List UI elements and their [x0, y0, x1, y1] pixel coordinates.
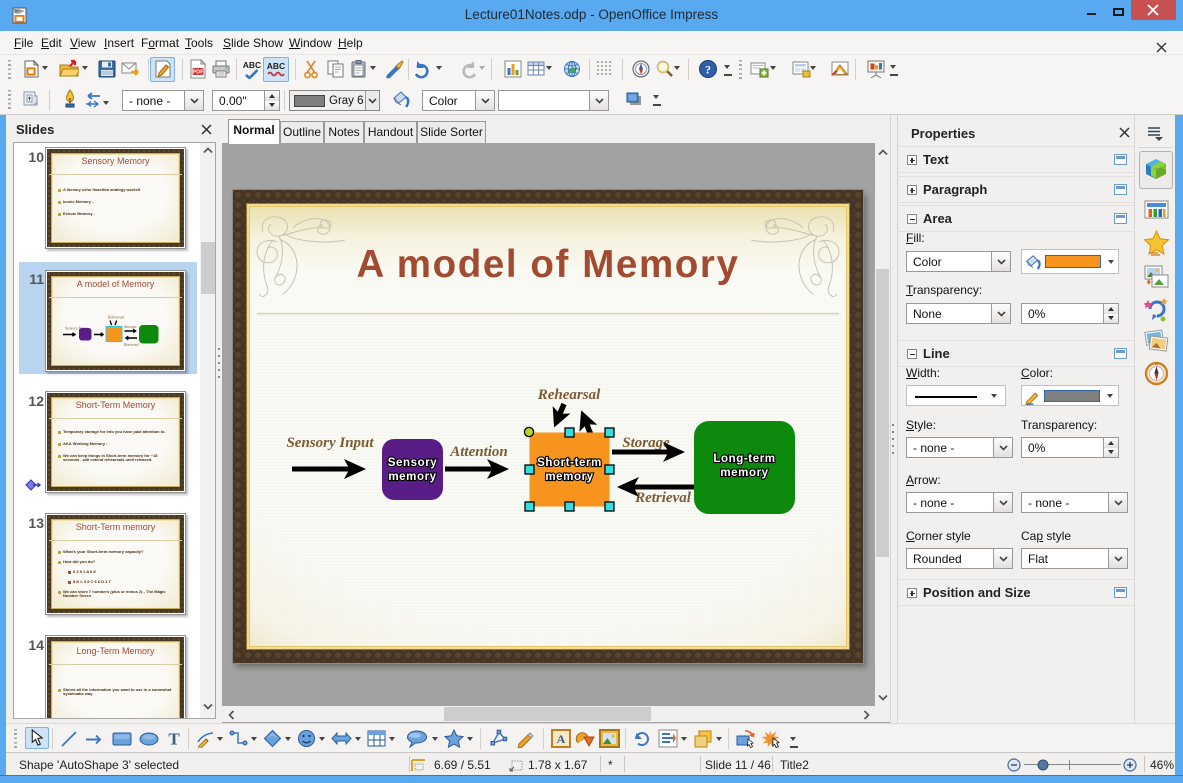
- svg-text:ABC: ABC: [267, 61, 285, 71]
- svg-text:Rehearsal: Rehearsal: [537, 387, 601, 403]
- svg-text:memory: memory: [720, 467, 768, 479]
- svg-text:T: T: [168, 730, 180, 749]
- svg-text:Storage: Storage: [622, 435, 670, 451]
- svg-text:N: N: [1155, 362, 1158, 367]
- svg-text:Short-term: Short-term: [537, 457, 602, 469]
- svg-text:Sensory: Sensory: [388, 457, 438, 469]
- svg-text:Retrieval: Retrieval: [634, 490, 692, 506]
- svg-text:memory: memory: [545, 471, 593, 483]
- svg-text:Long-term: Long-term: [713, 453, 775, 465]
- svg-text:Attention: Attention: [449, 444, 508, 460]
- svg-text:PDF: PDF: [193, 70, 205, 76]
- svg-text:Sensory Input: Sensory Input: [286, 435, 374, 451]
- svg-text:memory: memory: [388, 471, 436, 483]
- svg-text:Storage: Storage: [124, 324, 137, 329]
- svg-text:?: ?: [705, 63, 711, 77]
- svg-text:Rehearsal: Rehearsal: [107, 315, 125, 320]
- svg-text:Retrieval: Retrieval: [123, 342, 140, 347]
- svg-text:ABC: ABC: [243, 60, 261, 70]
- svg-text:A: A: [557, 732, 566, 746]
